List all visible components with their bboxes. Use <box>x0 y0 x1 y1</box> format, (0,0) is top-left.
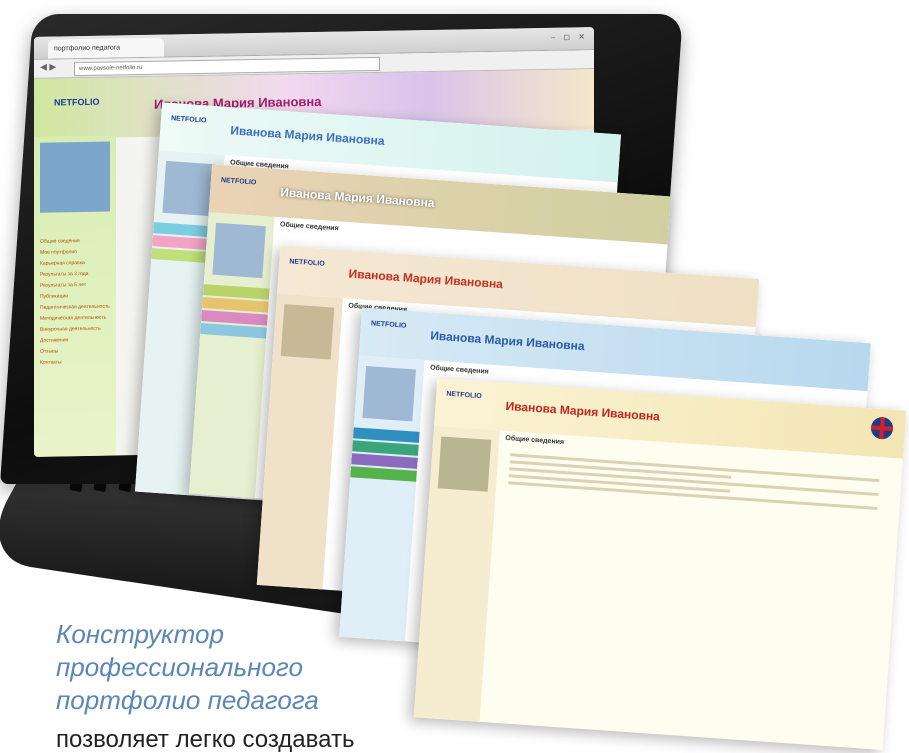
caption-line: портфолио педагога <box>56 685 319 715</box>
section-title: Общие сведения <box>279 221 339 233</box>
netfolio-logo: NETFOLIO <box>370 320 407 330</box>
menu-bar[interactable] <box>350 466 417 482</box>
text-line <box>508 481 878 511</box>
card-menu <box>200 284 270 340</box>
profile-photo <box>212 222 266 279</box>
promo-caption: Конструктор профессионального портфолио … <box>56 618 319 717</box>
caption-line: Конструктор <box>56 619 224 649</box>
info-text-block <box>508 449 880 514</box>
caption-subtext: позволяет легко создавать <box>56 726 355 753</box>
netfolio-logo[interactable]: NETFOLIO <box>54 91 124 122</box>
menu-bar[interactable] <box>200 322 267 339</box>
sidebar-item[interactable]: Внеурочная деятельность <box>40 324 110 336</box>
browser-tab[interactable]: портфолио педагога <box>48 37 164 59</box>
portfolio-template-card[interactable]: NETFOLIO Иванова Мария Ивановна Общие св… <box>413 378 907 750</box>
uk-flag-icon[interactable] <box>870 416 894 440</box>
profile-photo <box>40 141 110 213</box>
sidebar-item[interactable]: Контакты <box>40 357 110 369</box>
card-title: Иванова Мария Ивановна <box>505 398 661 424</box>
profile-photo <box>162 160 216 217</box>
netfolio-logo: NETFOLIO <box>289 258 325 268</box>
profile-photo <box>280 304 335 360</box>
netfolio-logo: NETFOLIO <box>170 115 207 125</box>
window-controls[interactable]: – ◻ ✕ <box>551 32 588 42</box>
card-title: Иванова Мария Ивановна <box>348 266 504 292</box>
card-menu <box>350 427 420 483</box>
netfolio-logo: NETFOLIO <box>446 390 482 401</box>
text-line <box>509 467 879 497</box>
sidebar: Общие сведения Мое портфолио Карьерная с… <box>34 135 116 457</box>
back-forward-icon[interactable]: ◀ ▶ <box>40 61 56 72</box>
card-title: Иванова Мария Ивановна <box>279 185 435 210</box>
card-title: Иванова Мария Ивановна <box>229 123 386 149</box>
section-title: Общие сведения <box>505 434 565 446</box>
card-title: Иванова Мария Ивановна <box>429 328 586 354</box>
logo-text: NETFOLIO <box>54 96 100 108</box>
netfolio-logo: NETFOLIO <box>220 177 257 187</box>
sidebar-menu: Общие сведения Мое портфолио Карьерная с… <box>40 236 110 369</box>
profile-photo <box>437 436 492 492</box>
caption-line: профессионального <box>56 652 303 682</box>
section-title: Общие сведения <box>429 364 489 376</box>
profile-photo <box>362 366 416 422</box>
